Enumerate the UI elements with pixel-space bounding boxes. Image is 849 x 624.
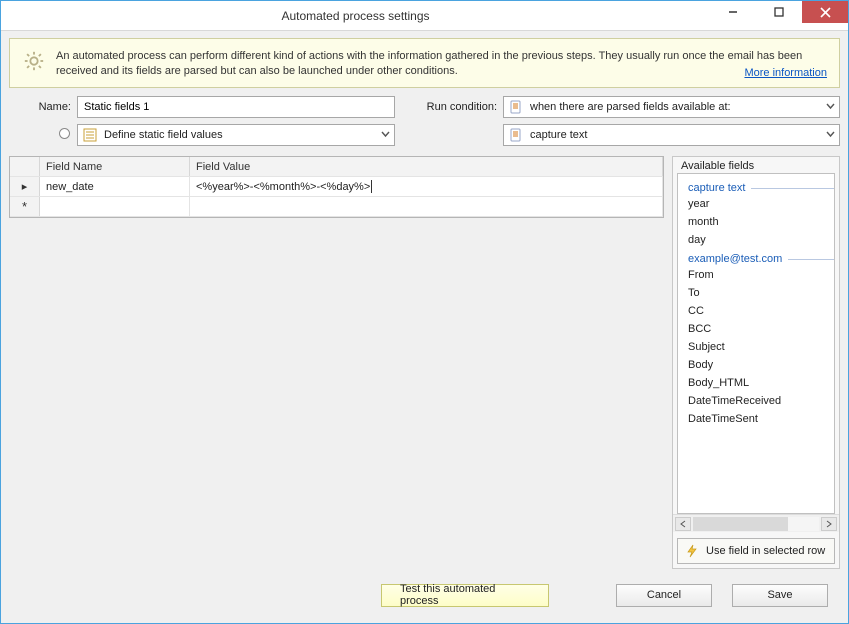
document-icon: [508, 99, 524, 115]
chevron-down-icon: [826, 129, 835, 141]
cancel-label: Cancel: [647, 589, 681, 601]
list-item[interactable]: day: [688, 232, 834, 249]
save-label: Save: [767, 589, 792, 601]
cancel-button[interactable]: Cancel: [616, 584, 712, 607]
save-button[interactable]: Save: [732, 584, 828, 607]
available-fields-panel: Available fields capture text year month…: [672, 156, 840, 569]
list-item[interactable]: Body: [688, 357, 834, 374]
text-cursor: [371, 180, 372, 193]
radio-placeholder: [9, 127, 71, 143]
list-item[interactable]: DateTimeReceived: [688, 393, 834, 410]
titlebar-buttons: [710, 1, 848, 30]
row-action-detail: Define static field values capture text: [9, 124, 840, 146]
scroll-left-arrow[interactable]: [675, 517, 691, 531]
list-item[interactable]: From: [688, 267, 834, 284]
lightning-icon: [684, 543, 700, 559]
cell-field-name[interactable]: new_date: [40, 177, 190, 196]
row-indicator-new: *: [10, 197, 40, 216]
chevron-down-icon: [826, 101, 835, 113]
grid-wrap: Field Name Field Value ▸ new_date <%year…: [9, 156, 664, 569]
window-title: Automated process settings: [1, 9, 710, 23]
available-fields-title: Available fields: [673, 157, 839, 173]
group-label: example@test.com: [688, 253, 782, 265]
radio-icon[interactable]: [58, 127, 71, 143]
group-label: capture text: [688, 182, 745, 194]
cell-field-value-text: <%year%>-<%month%>-<%day%>: [196, 181, 370, 193]
maximize-button[interactable]: [756, 1, 802, 23]
run-condition-label: Run condition:: [411, 101, 497, 113]
group-header: capture text: [688, 182, 834, 194]
run-condition-detail-value: capture text: [530, 129, 587, 141]
name-input[interactable]: [77, 96, 395, 118]
horizontal-scrollbar[interactable]: [673, 514, 839, 532]
use-field-button[interactable]: Use field in selected row: [677, 538, 835, 564]
gear-icon: [22, 49, 46, 73]
run-condition-detail-combo[interactable]: capture text: [503, 124, 840, 146]
available-fields-list[interactable]: capture text year month day example@test…: [677, 173, 835, 514]
cell-field-value-empty[interactable]: [190, 197, 663, 216]
document-icon: [508, 127, 524, 143]
chevron-down-icon: [381, 129, 390, 141]
test-process-label: Test this automated process: [400, 583, 530, 607]
grid-header-row: Field Name Field Value: [10, 157, 663, 177]
group-header: example@test.com: [688, 253, 834, 265]
table-row-new[interactable]: *: [10, 197, 663, 217]
list-item[interactable]: To: [688, 285, 834, 302]
col-header-name[interactable]: Field Name: [40, 157, 190, 176]
info-panel: An automated process can perform differe…: [9, 38, 840, 88]
action-value: Define static field values: [104, 129, 223, 141]
fields-grid[interactable]: Field Name Field Value ▸ new_date <%year…: [9, 156, 664, 218]
more-information-link[interactable]: More information: [744, 67, 827, 79]
window: Automated process settings An automated …: [0, 0, 849, 624]
list-item[interactable]: Subject: [688, 339, 834, 356]
list-icon: [82, 127, 98, 143]
col-header-value[interactable]: Field Value: [190, 157, 663, 176]
grid-corner: [10, 157, 40, 176]
content-area: An automated process can perform differe…: [1, 31, 848, 623]
cell-field-value[interactable]: <%year%>-<%month%>-<%day%>: [190, 177, 663, 196]
run-condition-combo[interactable]: when there are parsed fields available a…: [503, 96, 840, 118]
test-process-button[interactable]: Test this automated process: [381, 584, 549, 607]
action-combo[interactable]: Define static field values: [77, 124, 395, 146]
scroll-track[interactable]: [693, 517, 819, 531]
scroll-thumb[interactable]: [693, 517, 788, 531]
table-row[interactable]: ▸ new_date <%year%>-<%month%>-<%day%>: [10, 177, 663, 197]
list-item[interactable]: BCC: [688, 321, 834, 338]
row-name-runcondition: Name: Run condition: when there are pars…: [9, 96, 840, 118]
name-label: Name:: [9, 101, 71, 113]
list-item[interactable]: month: [688, 214, 834, 231]
scroll-right-arrow[interactable]: [821, 517, 837, 531]
footer: Test this automated process Cancel Save: [9, 575, 840, 615]
row-indicator-current: ▸: [10, 177, 40, 196]
list-item[interactable]: CC: [688, 303, 834, 320]
minimize-button[interactable]: [710, 1, 756, 23]
list-item[interactable]: year: [688, 196, 834, 213]
info-text: An automated process can perform differe…: [56, 49, 827, 79]
list-item[interactable]: Body_HTML: [688, 375, 834, 392]
body-area: Field Name Field Value ▸ new_date <%year…: [9, 156, 840, 569]
list-item[interactable]: DateTimeSent: [688, 411, 834, 428]
cell-field-name-empty[interactable]: [40, 197, 190, 216]
close-button[interactable]: [802, 1, 848, 23]
run-condition-value: when there are parsed fields available a…: [530, 101, 731, 113]
titlebar: Automated process settings: [1, 1, 848, 31]
use-field-label: Use field in selected row: [706, 545, 825, 558]
